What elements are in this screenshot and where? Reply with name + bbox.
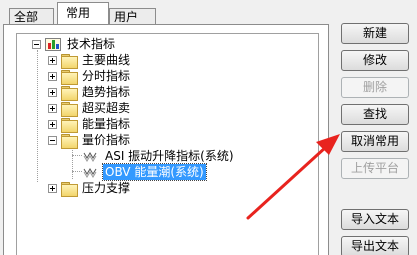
folder-icon (61, 53, 78, 69)
expand-icon[interactable] (48, 183, 57, 193)
bar-chart-icon (45, 37, 61, 51)
delete-button[interactable]: 删除 (341, 77, 409, 98)
expand-icon[interactable] (48, 103, 57, 113)
tree-node-group[interactable]: 主要曲线 (48, 52, 132, 69)
collapse-icon[interactable] (32, 39, 41, 49)
expand-icon[interactable] (48, 71, 57, 81)
tree-node-label: 压力支撑 (82, 181, 131, 195)
folder-icon (61, 101, 78, 117)
folder-icon (61, 85, 78, 101)
tree-node-label: 分时指标 (82, 69, 131, 83)
tree-node-label: 超买超卖 (82, 101, 131, 115)
folder-icon (61, 117, 78, 133)
tree-node-label: ASI 振动升降指标(系统) (105, 149, 234, 163)
tree-node-group[interactable]: 量价指标 (48, 132, 132, 149)
tree-node-group[interactable]: 能量指标 (48, 116, 132, 133)
indicator-icon (83, 168, 97, 178)
tree-node-label: 趋势指标 (82, 85, 131, 99)
tree-node-root[interactable]: 技术指标 (32, 36, 117, 52)
tree-node-label: OBV 能量潮(系统) (102, 163, 207, 181)
modify-button[interactable]: 修改 (341, 50, 409, 71)
tree-node-group[interactable]: 分时指标 (48, 68, 132, 85)
export-text-button[interactable]: 导出文本 (341, 236, 409, 255)
tab-common[interactable]: 常用 (57, 2, 109, 24)
tree-node-group[interactable]: 超买超卖 (48, 100, 132, 117)
remove-common-button[interactable]: 取消常用 (341, 131, 409, 152)
collapse-icon[interactable] (48, 135, 57, 145)
folder-icon (61, 133, 78, 149)
tree-node-group[interactable]: 压力支撑 (48, 180, 132, 197)
tree-node-indicator[interactable]: ASI 振动升降指标(系统) (81, 148, 236, 164)
new-button[interactable]: 新建 (341, 23, 409, 44)
tree-node-label: 技术指标 (67, 37, 116, 51)
indicator-icon (83, 152, 97, 162)
tree-node-label: 主要曲线 (82, 53, 131, 67)
expand-icon[interactable] (48, 87, 57, 97)
folder-icon (61, 181, 78, 197)
upload-platform-button[interactable]: 上传平台 (341, 158, 409, 179)
folder-icon (61, 69, 78, 85)
tree-node-indicator-selected[interactable]: OBV 能量潮(系统) (81, 163, 207, 181)
tree-node-label: 量价指标 (82, 133, 131, 147)
tree-node-label: 能量指标 (82, 117, 131, 131)
expand-icon[interactable] (48, 55, 57, 65)
tree-node-group[interactable]: 趋势指标 (48, 84, 132, 101)
import-text-button[interactable]: 导入文本 (341, 209, 409, 230)
find-button[interactable]: 查找 (341, 104, 409, 125)
indicator-tree[interactable]: 技术指标 主要曲线 分时指标 趋势指标 超买超卖 能量指标 量价指标 ASI 振… (16, 33, 319, 255)
expand-icon[interactable] (48, 119, 57, 129)
